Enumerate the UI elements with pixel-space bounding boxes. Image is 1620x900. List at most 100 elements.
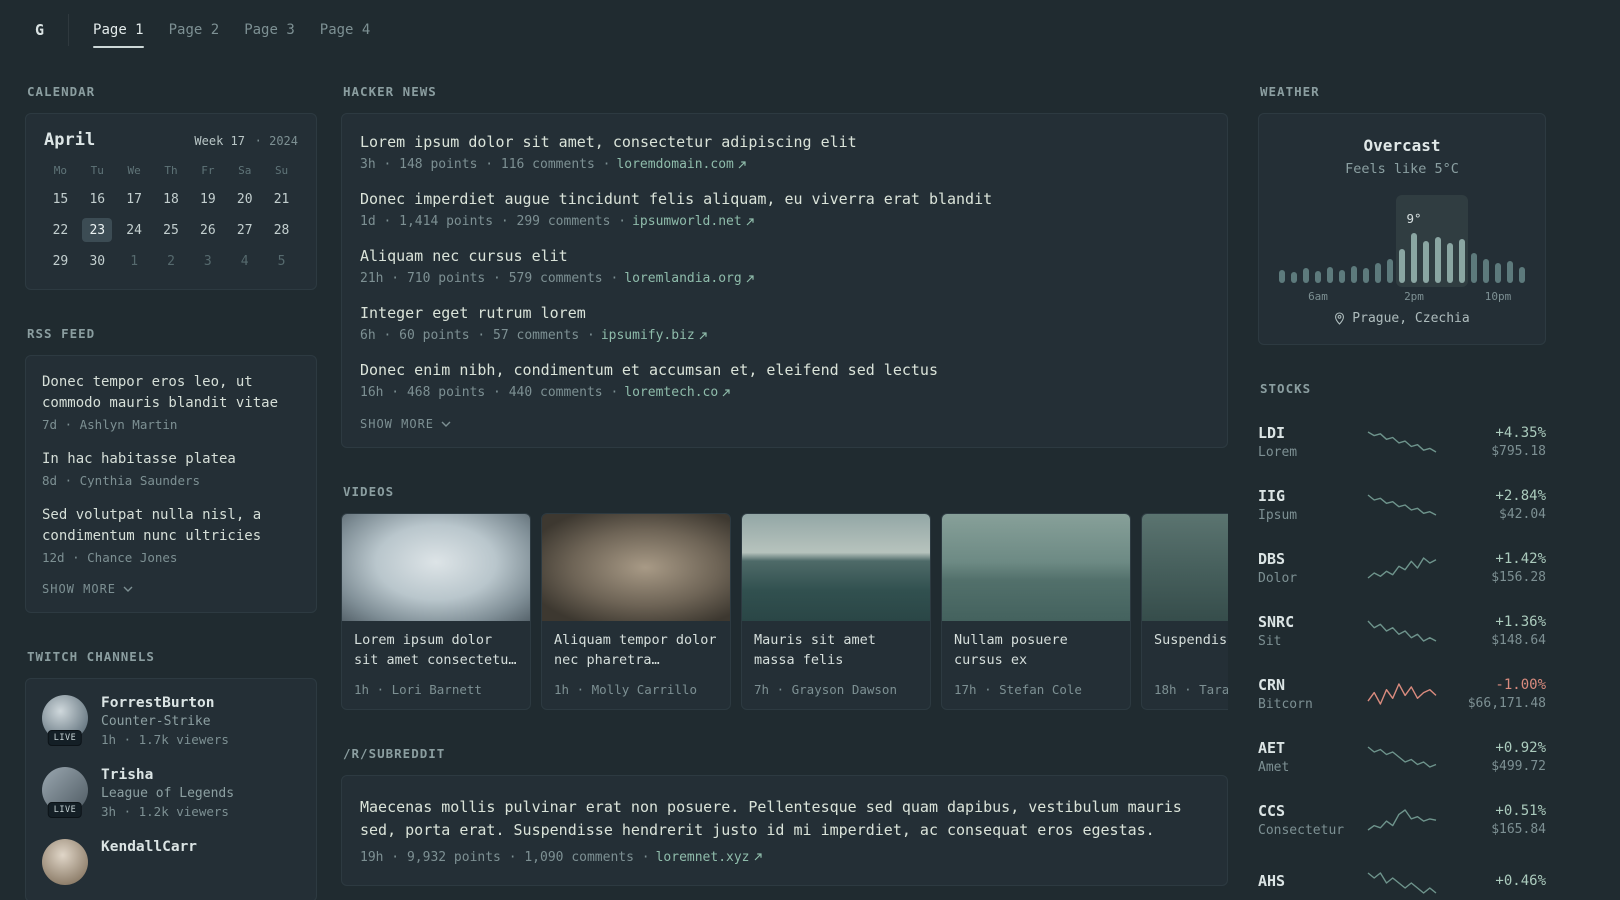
weather-bar bbox=[1519, 267, 1525, 283]
weather-time-label: 2pm bbox=[1404, 290, 1424, 303]
hn-story-domain-link[interactable]: loremlandia.org bbox=[624, 271, 754, 286]
calendar-day[interactable]: 4 bbox=[230, 249, 260, 273]
weather-bar bbox=[1303, 268, 1309, 283]
weather-bar bbox=[1375, 263, 1381, 283]
rss-item-title[interactable]: Donec tempor eros leo, ut commodo mauris… bbox=[42, 372, 300, 414]
stock-ticker: CCS bbox=[1258, 801, 1286, 820]
tab-page-1[interactable]: Page 1 bbox=[93, 14, 144, 48]
weather-bar bbox=[1459, 239, 1465, 283]
stock-ticker: AET bbox=[1258, 738, 1286, 757]
rss-show-more-button[interactable]: SHOW MORE bbox=[42, 582, 300, 596]
hn-story-domain-link[interactable]: loremtech.co bbox=[624, 385, 730, 400]
hn-story-title[interactable]: Donec imperdiet augue tincidunt felis al… bbox=[360, 189, 1209, 210]
stock-row[interactable]: SNRC Sit +1.36% $148.64 bbox=[1258, 599, 1546, 662]
video-card[interactable]: Suspendisse diam 18h · Tara bbox=[1141, 513, 1228, 710]
calendar-day[interactable]: 22 bbox=[45, 218, 75, 242]
calendar-day[interactable]: 5 bbox=[267, 249, 297, 273]
stock-row[interactable]: AET Amet +0.92% $499.72 bbox=[1258, 725, 1546, 788]
twitch-channel-name[interactable]: Trisha bbox=[101, 767, 234, 783]
calendar-day-selected[interactable]: 23 bbox=[82, 218, 113, 242]
video-title[interactable]: Suspendisse diam bbox=[1142, 621, 1228, 655]
twitch-channel-row[interactable]: LIVE Trisha League of Legends 3h · 1.2k … bbox=[42, 767, 300, 819]
tab-page-4[interactable]: Page 4 bbox=[320, 14, 371, 46]
twitch-channel-row[interactable]: KendallCarr bbox=[42, 839, 300, 885]
calendar-day[interactable]: 2 bbox=[156, 249, 186, 273]
stock-row[interactable]: CCS Consectetur +0.51% $165.84 bbox=[1258, 788, 1546, 851]
hn-story-title[interactable]: Aliquam nec cursus elit bbox=[360, 246, 1209, 267]
twitch-channel-game: Counter-Strike bbox=[101, 714, 211, 729]
stock-row[interactable]: DBS Dolor +1.42% $156.28 bbox=[1258, 536, 1546, 599]
calendar-day[interactable]: 16 bbox=[82, 187, 112, 211]
calendar-day[interactable]: 19 bbox=[193, 187, 223, 211]
calendar-day[interactable]: 21 bbox=[267, 187, 297, 211]
video-title[interactable]: Nullam posuere cursus ex bbox=[942, 621, 1130, 674]
video-card[interactable]: Mauris sit amet massa felis 7h · Grayson… bbox=[741, 513, 931, 710]
calendar-day[interactable]: 27 bbox=[230, 218, 260, 242]
calendar-day[interactable]: 17 bbox=[119, 187, 149, 211]
tab-page-3[interactable]: Page 3 bbox=[244, 14, 295, 46]
video-thumbnail[interactable] bbox=[942, 514, 1130, 621]
weather-condition: Overcast bbox=[1363, 136, 1441, 155]
hn-story-title[interactable]: Donec enim nibh, condimentum et accumsan… bbox=[360, 360, 1209, 381]
stock-ticker: CRN bbox=[1258, 675, 1286, 694]
calendar-day[interactable]: 1 bbox=[119, 249, 149, 273]
weather-bar bbox=[1327, 267, 1333, 283]
hn-show-more-button[interactable]: SHOW MORE bbox=[360, 417, 1209, 431]
video-title[interactable]: Lorem ipsum dolor sit amet consectetu… bbox=[342, 621, 530, 674]
hn-story-domain-link[interactable]: ipsumify.biz bbox=[601, 328, 707, 343]
stock-sparkline-wrap bbox=[1354, 492, 1450, 518]
hn-story-domain-link[interactable]: ipsumworld.net bbox=[632, 214, 754, 229]
tab-page-2[interactable]: Page 2 bbox=[169, 14, 220, 46]
calendar-day[interactable]: 30 bbox=[82, 249, 112, 273]
video-row: Lorem ipsum dolor sit amet consectetu… 1… bbox=[341, 513, 1228, 710]
rss-item-title[interactable]: Sed volutpat nulla nisl, a condimentum n… bbox=[42, 505, 300, 547]
hn-story-meta: 21h · 710 points · 579 comments · loreml… bbox=[360, 271, 1209, 286]
calendar-day[interactable]: 28 bbox=[267, 218, 297, 242]
calendar-day[interactable]: 18 bbox=[156, 187, 186, 211]
calendar-day[interactable]: 26 bbox=[193, 218, 223, 242]
calendar-day[interactable]: 25 bbox=[156, 218, 186, 242]
twitch-channel-row[interactable]: LIVE ForrestBurton Counter-Strike 1h · 1… bbox=[42, 695, 300, 747]
video-card[interactable]: Nullam posuere cursus ex 17h · Stefan Co… bbox=[941, 513, 1131, 710]
stock-row[interactable]: CRN Bitcorn -1.00% $66,171.48 bbox=[1258, 662, 1546, 725]
video-thumbnail[interactable] bbox=[542, 514, 730, 621]
external-link-icon bbox=[699, 331, 707, 339]
hn-story: Aliquam nec cursus elit 21h · 710 points… bbox=[360, 246, 1209, 286]
calendar-grid: Mo Tu We Th Fr Sa Su 15 16 17 18 19 20 2… bbox=[42, 164, 300, 273]
subreddit-post-title[interactable]: Maecenas mollis pulvinar erat non posuer… bbox=[360, 796, 1209, 843]
calendar-day[interactable]: 24 bbox=[119, 218, 149, 242]
video-title[interactable]: Mauris sit amet massa felis bbox=[742, 621, 930, 674]
stock-values: +4.35% $795.18 bbox=[1450, 425, 1546, 459]
stock-row[interactable]: LDI Lorem +4.35% $795.18 bbox=[1258, 410, 1546, 473]
calendar-dow: Th bbox=[164, 164, 178, 177]
video-title[interactable]: Aliquam tempor dolor nec pharetra… bbox=[542, 621, 730, 674]
twitch-channel-name[interactable]: ForrestBurton bbox=[101, 695, 229, 711]
subreddit-domain-link[interactable]: loremnet.xyz bbox=[656, 850, 762, 865]
section-title-twitch: TWITCH CHANNELS bbox=[27, 649, 155, 664]
calendar-day[interactable]: 29 bbox=[45, 249, 75, 273]
calendar-day[interactable]: 20 bbox=[230, 187, 260, 211]
rss-item-title[interactable]: In hac habitasse platea bbox=[42, 449, 300, 470]
weather-bar bbox=[1363, 268, 1369, 283]
hn-story-title[interactable]: Lorem ipsum dolor sit amet, consectetur … bbox=[360, 132, 1209, 153]
stock-row[interactable]: AHS +0.46% bbox=[1258, 851, 1546, 900]
app-logo[interactable]: G bbox=[25, 14, 70, 46]
stock-row[interactable]: IIG Ipsum +2.84% $42.04 bbox=[1258, 473, 1546, 536]
video-thumbnail[interactable] bbox=[742, 514, 930, 621]
calendar-dow: We bbox=[127, 164, 141, 177]
stock-price: $66,171.48 bbox=[1467, 695, 1546, 711]
video-thumbnail[interactable] bbox=[1142, 514, 1228, 621]
stock-id: AET Amet bbox=[1258, 739, 1354, 775]
hn-story-domain-link[interactable]: loremdomain.com bbox=[616, 157, 746, 172]
video-card[interactable]: Aliquam tempor dolor nec pharetra… 1h · … bbox=[541, 513, 731, 710]
weather-bar bbox=[1411, 233, 1417, 283]
weather-widget: WEATHER Overcast Feels like 5°C 9° 6am 2pm… bbox=[1258, 84, 1546, 345]
calendar-day[interactable]: 3 bbox=[193, 249, 223, 273]
video-card[interactable]: Lorem ipsum dolor sit amet consectetu… 1… bbox=[341, 513, 531, 710]
weather-location-row[interactable]: Prague, Czechia bbox=[1279, 311, 1525, 326]
twitch-channel-name[interactable]: KendallCarr bbox=[101, 839, 197, 855]
stock-id: LDI Lorem bbox=[1258, 424, 1354, 460]
video-thumbnail[interactable] bbox=[342, 514, 530, 621]
hn-story-title[interactable]: Integer eget rutrum lorem bbox=[360, 303, 1209, 324]
calendar-day[interactable]: 15 bbox=[45, 187, 75, 211]
